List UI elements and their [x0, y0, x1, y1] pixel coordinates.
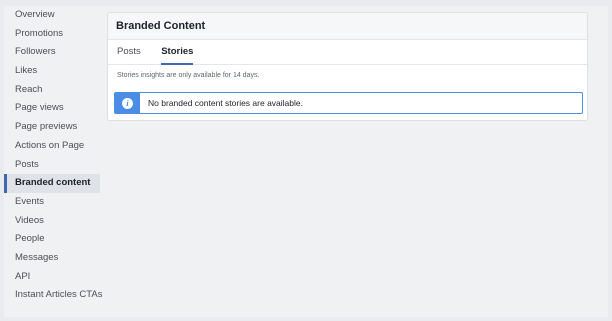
- insights-sidebar: Overview Promotions Followers Likes Reac…: [4, 6, 102, 305]
- sidebar-item-actions-on-page[interactable]: Actions on Page: [4, 137, 100, 156]
- tab-posts[interactable]: Posts: [117, 40, 141, 63]
- sidebar-item-branded-content[interactable]: Branded content: [4, 174, 100, 193]
- info-icon: i: [122, 97, 133, 109]
- info-icon-container: i: [115, 93, 140, 113]
- sidebar-item-followers[interactable]: Followers: [4, 43, 100, 62]
- sidebar-item-posts[interactable]: Posts: [4, 156, 100, 175]
- sidebar-item-reach[interactable]: Reach: [4, 81, 100, 100]
- sidebar-item-videos[interactable]: Videos: [4, 212, 100, 231]
- sidebar-item-events[interactable]: Events: [4, 193, 100, 212]
- tab-stories[interactable]: Stories: [161, 40, 194, 65]
- sidebar-item-instant-articles-ctas[interactable]: Instant Articles CTAs: [4, 286, 102, 305]
- panel-title: Branded Content: [108, 13, 587, 40]
- empty-state-notice: i No branded content stories are availab…: [114, 92, 583, 114]
- branded-content-panel: Branded Content Posts Stories Stories in…: [107, 12, 588, 121]
- empty-state-message: No branded content stories are available…: [148, 98, 303, 108]
- sidebar-item-people[interactable]: People: [4, 230, 100, 249]
- sidebar-item-messages[interactable]: Messages: [4, 249, 100, 268]
- sidebar-item-page-views[interactable]: Page views: [4, 99, 100, 118]
- sidebar-item-page-previews[interactable]: Page previews: [4, 118, 100, 137]
- sidebar-item-likes[interactable]: Likes: [4, 62, 100, 81]
- sidebar-item-api[interactable]: API: [4, 268, 100, 287]
- stories-availability-note: Stories insights are only available for …: [117, 72, 260, 79]
- sidebar-item-promotions[interactable]: Promotions: [4, 25, 100, 44]
- content-tabs: Posts Stories: [108, 40, 587, 65]
- sidebar-item-overview[interactable]: Overview: [4, 6, 100, 25]
